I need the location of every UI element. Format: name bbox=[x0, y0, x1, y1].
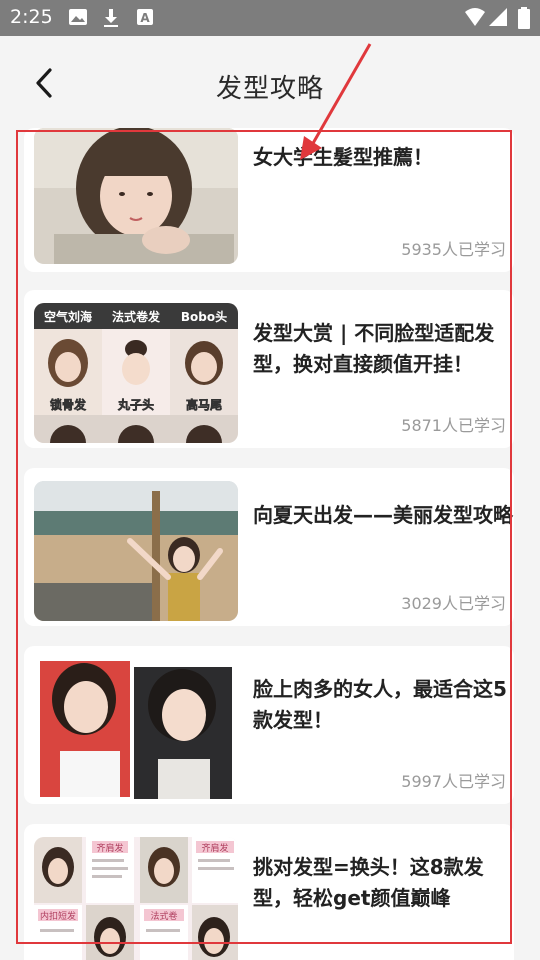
article-title: 挑对发型=换头！这8款发型，轻松get颜值巅峰 bbox=[253, 855, 484, 910]
svg-text:A: A bbox=[140, 11, 150, 25]
app-bar: 发型攻略 bbox=[0, 36, 540, 128]
article-card[interactable]: 脸上肉多的女人，最适合这5款发型！ 5997人已学习 bbox=[24, 646, 514, 804]
image-label: 空气刘海 bbox=[44, 309, 92, 324]
image-label: 内扣短发 bbox=[40, 910, 76, 922]
learner-count: 5935人已学习 bbox=[401, 240, 506, 259]
font-icon: A bbox=[136, 8, 154, 30]
image-label: 齐肩发 bbox=[96, 842, 123, 854]
article-card[interactable]: 齐肩发 齐肩发 内扣短发 法式卷 挑对发型=换头！这8款发型，轻松get颜值巅峰 bbox=[24, 824, 514, 960]
image-label: 法式卷发 bbox=[112, 309, 161, 324]
battery-icon bbox=[518, 7, 530, 33]
article-card[interactable]: 向夏天出发——美丽发型攻略 3029人已学习 bbox=[24, 468, 514, 626]
image-label: 丸子头 bbox=[117, 397, 154, 412]
image-icon bbox=[68, 8, 88, 30]
wifi-icon bbox=[464, 7, 486, 31]
article-thumbnail bbox=[34, 659, 238, 799]
article-thumbnail: 空气刘海 法式卷发 Bobo头 锁骨发 丸子头 高马尾 bbox=[34, 303, 238, 443]
image-label: Bobo头 bbox=[181, 309, 227, 324]
learner-count: 5871人已学习 bbox=[401, 416, 506, 435]
article-thumbnail: 齐肩发 齐肩发 内扣短发 法式卷 bbox=[34, 837, 238, 960]
image-label: 齐肩发 bbox=[201, 842, 228, 854]
learner-count: 3029人已学习 bbox=[401, 594, 506, 613]
article-thumbnail bbox=[34, 128, 238, 264]
article-card[interactable]: 空气刘海 法式卷发 Bobo头 锁骨发 丸子头 高马尾 发型大赏 | 不同脸型适… bbox=[24, 290, 514, 448]
page-title: 发型攻略 bbox=[215, 74, 324, 104]
learner-count: 5997人已学习 bbox=[401, 772, 506, 791]
article-title: 向夏天出发——美丽发型攻略 bbox=[253, 503, 513, 527]
article-title: 发型大赏 | 不同脸型适配发型，换对直接颜值开挂！ bbox=[253, 321, 495, 376]
image-label: 锁骨发 bbox=[50, 397, 87, 412]
download-icon bbox=[102, 8, 120, 32]
signal-icon bbox=[488, 7, 508, 31]
article-thumbnail bbox=[34, 481, 238, 621]
status-time: 2:25 bbox=[10, 6, 53, 28]
status-bar: 2:25 A bbox=[0, 0, 540, 36]
article-list[interactable]: 女大学生髮型推薦！ 5935人已学习 空气刘海 法式卷发 Bobo头 锁骨发 丸… bbox=[0, 128, 540, 960]
article-title: 女大学生髮型推薦！ bbox=[253, 145, 433, 169]
article-title: 脸上肉多的女人，最适合这5款发型！ bbox=[253, 677, 507, 732]
image-label: 高马尾 bbox=[186, 397, 222, 412]
image-label: 法式卷 bbox=[150, 910, 177, 922]
article-card[interactable]: 女大学生髮型推薦！ 5935人已学习 bbox=[24, 128, 514, 272]
